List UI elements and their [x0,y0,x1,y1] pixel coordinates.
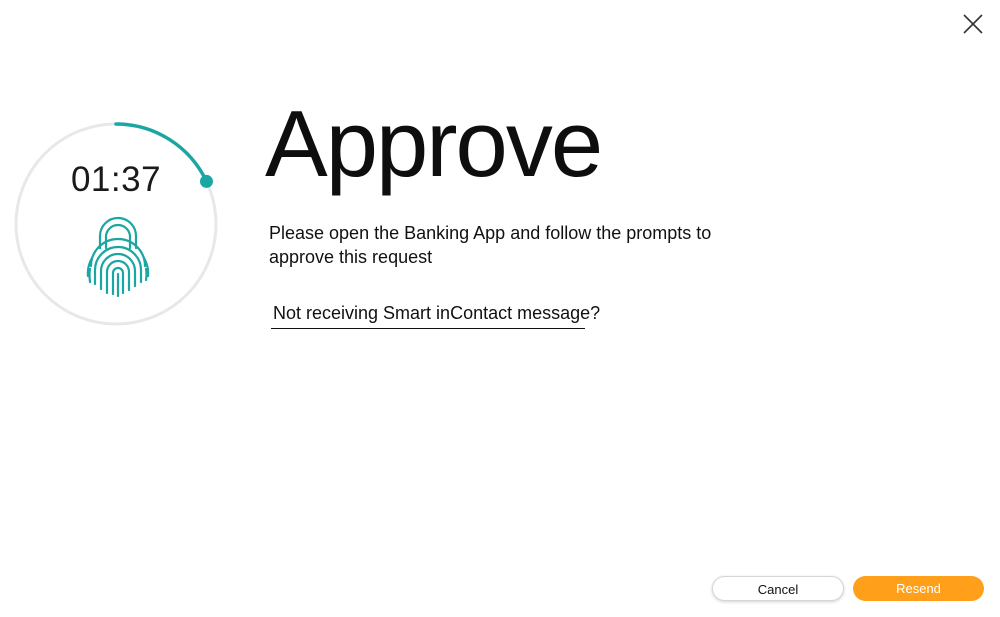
instruction-text: Please open the Banking App and follow t… [269,223,712,267]
countdown-timer: 01:37 [14,122,218,326]
help-link[interactable]: Not receiving Smart inContact message? [271,301,600,329]
close-button[interactable] [961,12,985,36]
cancel-button[interactable]: Cancel [712,576,844,601]
countdown-text: 01:37 [70,160,162,199]
resend-button[interactable]: Resend [853,576,984,601]
fingerprint-lock-icon [86,216,150,298]
page-title: Approve [265,91,603,196]
close-icon [963,14,983,34]
